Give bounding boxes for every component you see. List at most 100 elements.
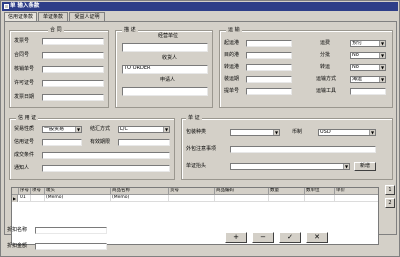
transshipment-label: 转运 — [320, 64, 331, 70]
lc-no-input[interactable] — [42, 139, 82, 146]
currency-label: 币制 — [292, 129, 303, 135]
transport-mode-select[interactable]: 海运 ▼ — [350, 76, 386, 83]
chevron-down-icon: ▼ — [379, 77, 385, 82]
delete-row-button[interactable]: − — [252, 232, 274, 243]
table-corner — [12, 188, 19, 195]
transship-port-input[interactable] — [246, 64, 292, 71]
column-header[interactable]: 项号 — [31, 188, 45, 195]
discount-name-input[interactable] — [35, 227, 107, 234]
applicant-input[interactable] — [122, 87, 208, 96]
column-header[interactable]: 数量 — [269, 188, 305, 195]
app-window: 单 输入条款 信用证条款 单证条款 受益人证明 合 同 发票号 合同号 核销单号… — [0, 0, 400, 257]
bl-no-input[interactable] — [246, 88, 292, 95]
license-no-label: 许可证号 — [14, 80, 35, 86]
terms-input[interactable] — [42, 152, 170, 159]
trade-nature-select[interactable]: 一般贸易 ▼ — [42, 126, 82, 133]
chevron-down-icon: ▼ — [163, 127, 169, 132]
destination-port-label: 目的港 — [224, 52, 240, 58]
notify-party-input[interactable] — [42, 165, 170, 172]
loading-port-label: 起运港 — [224, 40, 240, 46]
column-header[interactable]: 序号 — [19, 188, 31, 195]
currency-select[interactable]: USD ▼ — [318, 129, 376, 136]
doc-header-label: 单证抬头 — [186, 163, 207, 169]
chevron-down-icon: ▼ — [379, 41, 385, 46]
app-icon — [4, 4, 9, 9]
column-header[interactable]: 商品名称 — [111, 188, 169, 195]
notify-party-label: 通知人 — [14, 165, 30, 171]
outer-pack-notes-input[interactable] — [230, 146, 376, 153]
column-header[interactable]: 唛头 — [45, 188, 111, 195]
freight-select[interactable]: 预付 ▼ — [350, 40, 386, 47]
validity-input[interactable] — [118, 139, 170, 146]
column-header[interactable]: 数单位 — [305, 188, 335, 195]
table-cell[interactable] — [31, 195, 45, 202]
invoice-date-input[interactable] — [42, 94, 104, 101]
payment-method-select[interactable]: L/C ▼ — [118, 126, 170, 133]
chevron-down-icon: ▼ — [369, 130, 375, 135]
table-cell[interactable] — [169, 195, 215, 202]
column-header[interactable]: 货号 — [169, 188, 215, 195]
outer-pack-notes-label: 外包注意事项 — [186, 146, 217, 152]
doc-group-title: 单 证 — [186, 115, 202, 122]
invoice-no-input[interactable] — [42, 38, 104, 45]
payment-method-label: 结汇方式 — [90, 126, 111, 132]
page-1-button[interactable]: 1 — [385, 185, 395, 195]
credit-group: 信 用 证 贸易性质 一般贸易 ▼ 结汇方式 L/C ▼ 信用证号 有效期限 成交条… — [9, 115, 175, 180]
chevron-down-icon: ▼ — [379, 53, 385, 58]
cancel-button[interactable]: ✕ — [306, 232, 328, 243]
description-group-title: 描 述 — [122, 27, 138, 34]
table-cell[interactable]: (Memo) — [45, 195, 111, 202]
transship-port-label: 转运港 — [224, 64, 240, 70]
payment-method-value: L/C — [120, 126, 128, 132]
chevron-down-icon: ▼ — [273, 130, 279, 135]
column-header[interactable]: 商品编码 — [215, 188, 269, 195]
doc-group: 单 证 包装种类 ▼ 币制 USD ▼ 外包注意事项 单证抬头 ▼ 新增 — [181, 115, 393, 180]
applicant-label: 申请人 — [160, 77, 176, 83]
operator-input[interactable] — [122, 43, 208, 52]
partial-shipment-select[interactable]: No ▼ — [350, 52, 386, 59]
vessel-label: 运输工具 — [316, 88, 337, 94]
freight-value: 预付 — [352, 40, 363, 46]
discount-amount-input[interactable] — [35, 243, 107, 250]
table-cell[interactable]: (Memo) — [111, 195, 169, 202]
trade-nature-label: 贸易性质 — [14, 126, 35, 132]
confirm-button[interactable]: ✓ — [279, 232, 301, 243]
currency-value: USD — [320, 129, 331, 135]
table-cell[interactable] — [305, 195, 335, 202]
add-button[interactable]: 新增 — [354, 162, 376, 171]
add-row-button[interactable]: + — [225, 232, 247, 243]
consignee-input[interactable]: TO ORDER — [122, 65, 208, 74]
verification-no-input[interactable] — [42, 66, 104, 73]
doc-header-select[interactable]: ▼ — [230, 163, 350, 170]
destination-port-input[interactable] — [246, 52, 292, 59]
column-header[interactable]: 单价 — [335, 188, 378, 195]
table-cell[interactable] — [215, 195, 269, 202]
table-cell[interactable] — [335, 195, 378, 202]
package-type-label: 包装种类 — [186, 129, 207, 135]
transshipment-value: No — [352, 64, 359, 70]
lc-no-label: 信用证号 — [14, 139, 35, 145]
freight-label: 运费 — [320, 40, 331, 46]
contract-no-input[interactable] — [42, 52, 104, 59]
description-group: 描 述 经营单位 收货人 TO ORDER 申请人 — [115, 27, 213, 108]
chevron-down-icon: ▼ — [379, 65, 385, 70]
invoice-date-label: 发票日期 — [14, 94, 35, 100]
transport-group: 运 输 起运港 目的港 转运港 装运期 提单号 运费 预付 ▼ 分批 No ▼ 转运… — [219, 27, 393, 108]
table-cell[interactable]: 01 — [19, 195, 31, 202]
vessel-input[interactable] — [350, 88, 386, 95]
tab-content: 合 同 发票号 合同号 核销单号 许可证号 发票日期 描 述 经营单位 收货人 … — [4, 21, 397, 245]
discount-amount-label: 折扣金额 — [7, 243, 28, 249]
shipment-date-input[interactable] — [246, 76, 292, 83]
loading-port-input[interactable] — [246, 40, 292, 47]
package-type-select[interactable]: ▼ — [230, 129, 280, 136]
shipment-date-label: 装运期 — [224, 76, 240, 82]
partial-shipment-value: No — [352, 52, 359, 58]
page-2-button[interactable]: 2 — [385, 198, 395, 208]
license-no-input[interactable] — [42, 80, 104, 87]
row-indicator-icon[interactable]: ▶ — [12, 195, 18, 202]
table-cell[interactable] — [269, 195, 305, 202]
transshipment-select[interactable]: No ▼ — [350, 64, 386, 71]
discount-name-label: 折扣名称 — [7, 227, 28, 233]
consignee-label: 收货人 — [162, 55, 178, 61]
partial-shipment-label: 分批 — [320, 52, 331, 58]
